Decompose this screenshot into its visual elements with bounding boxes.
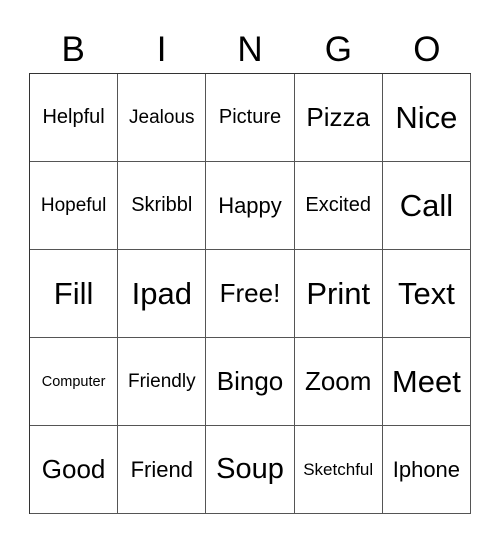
header-letter-o: O xyxy=(413,30,441,69)
bingo-cell[interactable]: Call xyxy=(382,162,471,250)
header-letter-b: B xyxy=(61,30,85,69)
bingo-cell[interactable]: Jealous xyxy=(118,74,207,162)
bingo-cell[interactable]: Iphone xyxy=(382,426,471,514)
bingo-cell[interactable]: Computer xyxy=(30,338,119,426)
bingo-cell[interactable]: Soup xyxy=(206,426,295,514)
bingo-cell[interactable]: Sketchful xyxy=(294,426,383,514)
bingo-cell[interactable]: Pizza xyxy=(294,74,383,162)
bingo-cell[interactable]: Friend xyxy=(118,426,207,514)
bingo-cell[interactable]: Text xyxy=(382,250,471,338)
bingo-cell[interactable]: Picture xyxy=(206,74,295,162)
header-letter-n: N xyxy=(237,30,263,69)
free-space-cell[interactable]: Free! xyxy=(206,250,295,338)
bingo-cell[interactable]: Excited xyxy=(294,162,383,250)
bingo-cell[interactable]: Helpful xyxy=(30,74,119,162)
bingo-cell[interactable]: Skribbl xyxy=(118,162,207,250)
bingo-cell[interactable]: Good xyxy=(30,426,119,514)
bingo-cell[interactable]: Friendly xyxy=(118,338,207,426)
bingo-card: Helpful Jealous Picture Pizza Nice Hopef… xyxy=(29,73,471,514)
bingo-cell[interactable]: Print xyxy=(294,250,383,338)
header-letter-g: G xyxy=(324,30,353,69)
bingo-cell[interactable]: Zoom xyxy=(294,338,383,426)
bingo-header: B I N G O xyxy=(29,28,471,72)
bingo-cell[interactable]: Nice xyxy=(382,74,471,162)
bingo-cell[interactable]: Fill xyxy=(30,250,119,338)
bingo-cell[interactable]: Ipad xyxy=(118,250,207,338)
bingo-cell[interactable]: Bingo xyxy=(206,338,295,426)
header-letter-i: I xyxy=(156,30,167,69)
bingo-cell[interactable]: Meet xyxy=(382,338,471,426)
bingo-cell[interactable]: Hopeful xyxy=(30,162,119,250)
bingo-cell[interactable]: Happy xyxy=(206,162,295,250)
